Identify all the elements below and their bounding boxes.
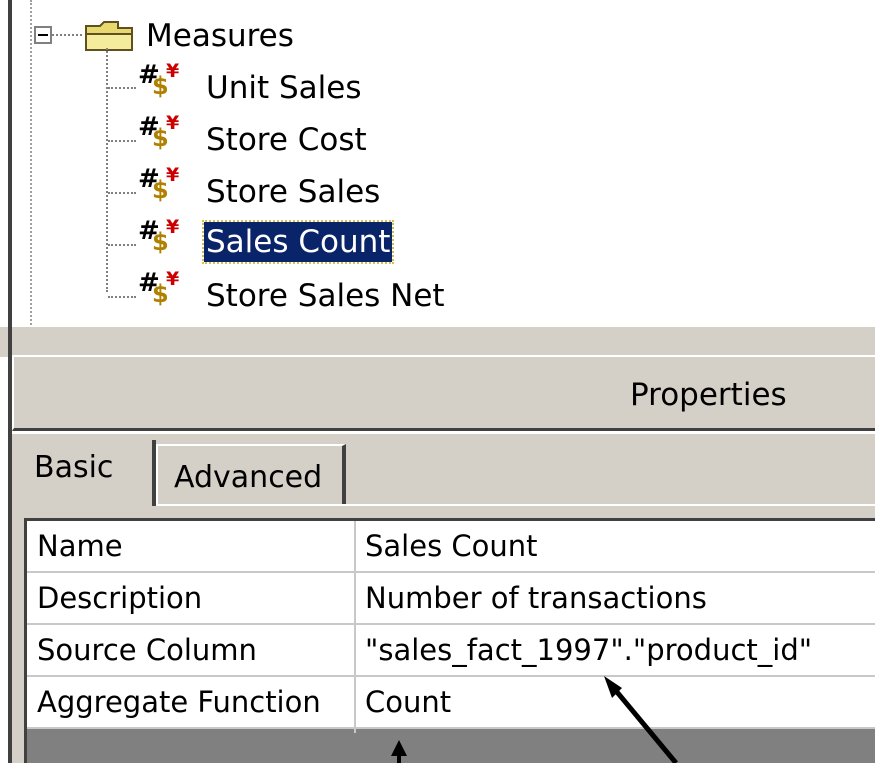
measure-icon: # $ ¥ bbox=[138, 60, 180, 100]
property-row-name[interactable]: Name Sales Count bbox=[27, 521, 875, 573]
property-value-source-column[interactable]: "sales_fact_1997"."product_id" bbox=[365, 625, 875, 675]
tree-node-measures[interactable]: Measures bbox=[144, 16, 296, 56]
property-row-aggregate-function[interactable]: Aggregate Function Count bbox=[27, 677, 875, 729]
property-value-aggregate-function[interactable]: Count bbox=[365, 677, 875, 727]
tree-guide-line bbox=[106, 48, 108, 292]
tree-connector bbox=[108, 296, 136, 298]
tree-node-store-sales-net[interactable]: Store Sales Net bbox=[204, 276, 447, 316]
property-row-description[interactable]: Description Number of transactions bbox=[27, 573, 875, 625]
column-divider bbox=[354, 521, 356, 733]
property-label: Aggregate Function bbox=[37, 685, 321, 719]
tab-advanced[interactable]: Advanced bbox=[156, 444, 346, 504]
measure-icon: # $ ¥ bbox=[138, 164, 180, 204]
tab-strip-line bbox=[156, 504, 875, 506]
tree-node-sales-count[interactable]: Sales Count bbox=[201, 220, 395, 264]
property-label: Name bbox=[37, 529, 123, 563]
tree-connector bbox=[108, 192, 136, 194]
property-label: Description bbox=[37, 581, 203, 615]
property-row-source-column[interactable]: Source Column "sales_fact_1997"."product… bbox=[27, 625, 875, 677]
property-value-name[interactable]: Sales Count bbox=[365, 521, 875, 571]
measure-icon: # $ ¥ bbox=[138, 112, 180, 152]
tree-connector bbox=[52, 34, 82, 36]
measure-icon: # $ ¥ bbox=[138, 268, 180, 308]
cube-tree: Measures # $ ¥ Unit Sales # $ ¥ Store Cost #… bbox=[0, 0, 875, 325]
tree-connector bbox=[108, 87, 136, 89]
tree-node-unit-sales[interactable]: Unit Sales bbox=[204, 68, 363, 108]
tree-outer-guide-line bbox=[30, 0, 32, 325]
tree-connector bbox=[108, 244, 136, 246]
collapse-icon[interactable] bbox=[34, 26, 52, 44]
tab-basic[interactable]: Basic bbox=[20, 442, 158, 508]
property-value-description[interactable]: Number of transactions bbox=[365, 573, 875, 623]
tree-node-store-sales[interactable]: Store Sales bbox=[204, 172, 382, 212]
folder-icon bbox=[85, 21, 133, 51]
property-label: Source Column bbox=[37, 633, 257, 667]
tree-node-store-cost[interactable]: Store Cost bbox=[204, 120, 369, 160]
pane-splitter[interactable] bbox=[0, 325, 875, 357]
properties-title: Properties bbox=[630, 377, 787, 413]
measure-icon: # $ ¥ bbox=[138, 216, 180, 256]
tree-connector bbox=[108, 140, 136, 142]
